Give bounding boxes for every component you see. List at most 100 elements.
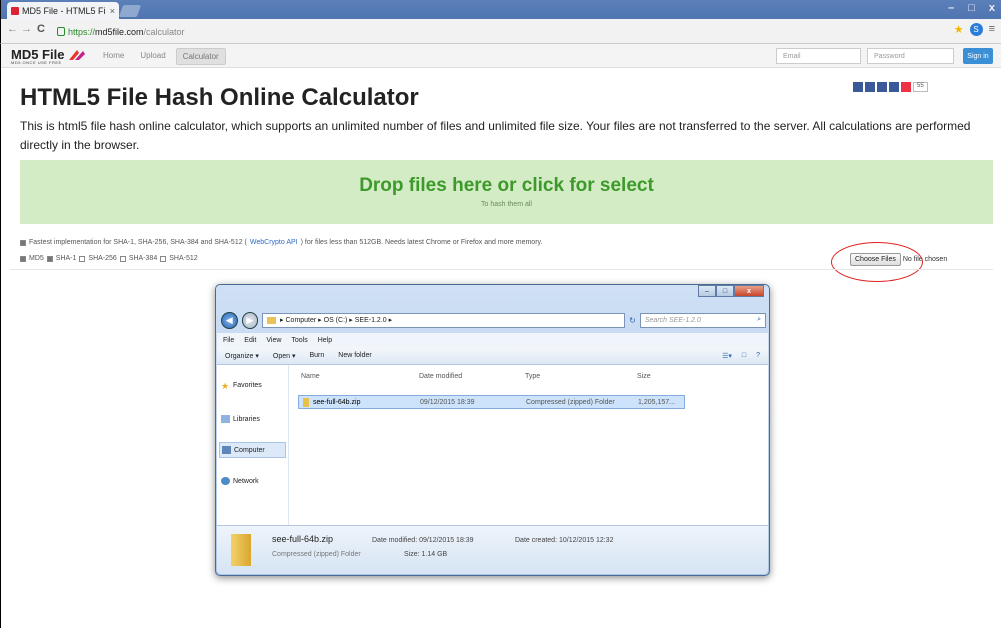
nav-favorites[interactable]: ★ Favorites xyxy=(221,381,262,391)
sha384-label: SHA-384 xyxy=(128,255,158,262)
detail-size: Size: 1.14 GB xyxy=(404,551,448,558)
maximize-button[interactable]: □ xyxy=(968,2,975,14)
dialog-search-input[interactable]: Search SEE-1.2.0 ⌕ xyxy=(639,312,766,328)
sha256-label: SHA-256 xyxy=(88,255,117,262)
page-description: This is html5 file hash online calculato… xyxy=(20,119,971,152)
page-title: HTML5 File Hash Online Calculator xyxy=(20,84,419,111)
menu-icon[interactable]: ≡ xyxy=(989,23,995,36)
organize-button[interactable]: Organize ▾ xyxy=(225,352,259,360)
divider xyxy=(10,269,993,270)
nav-upload[interactable]: Upload xyxy=(134,48,171,65)
file-drop-zone[interactable]: Drop files here or click for select To h… xyxy=(20,160,993,224)
bookmark-share-icon[interactable] xyxy=(889,82,899,92)
new-tab-button[interactable] xyxy=(118,5,142,17)
tab-close-icon[interactable]: × xyxy=(110,6,115,16)
zip-large-icon xyxy=(231,534,251,566)
plus-share-icon[interactable] xyxy=(901,82,911,92)
col-date[interactable]: Date modified xyxy=(419,373,462,380)
md5-label: MD5 xyxy=(29,255,44,262)
dialog-minimize-button[interactable]: – xyxy=(698,285,716,297)
forward-icon[interactable]: ▶ xyxy=(241,311,259,329)
col-type[interactable]: Type xyxy=(525,373,540,380)
menu-view[interactable]: View xyxy=(266,337,281,344)
help-icon[interactable]: ? xyxy=(756,352,760,360)
network-icon xyxy=(221,477,230,485)
sha1-checkbox[interactable] xyxy=(46,255,53,262)
webcrypto-checkbox[interactable] xyxy=(20,239,26,246)
sha512-label: SHA-512 xyxy=(169,255,198,262)
nav-libraries-label: Libraries xyxy=(233,415,260,423)
sha256-checkbox[interactable] xyxy=(79,255,86,262)
back-arrow-icon[interactable]: ← xyxy=(7,23,18,35)
burn-button[interactable]: Burn xyxy=(309,352,324,359)
email-share-icon[interactable] xyxy=(877,82,887,92)
detail-name: see-full-64b.zip xyxy=(272,534,334,544)
dialog-menu-bar: File Edit View Tools Help xyxy=(217,333,768,347)
refresh-icon[interactable]: ↻ xyxy=(629,316,636,325)
dialog-address-row: ◀ ▶ ▸ Computer ▸ OS (C:) ▸ SEE-1.2.0 ▸ ↻… xyxy=(221,310,766,330)
bookmark-star-icon[interactable]: ★ xyxy=(954,23,964,36)
file-open-dialog: – □ x ◀ ▶ ▸ Computer ▸ OS (C:) ▸ SEE-1.2… xyxy=(215,284,770,576)
libraries-icon xyxy=(221,415,230,423)
browser-tab[interactable]: MD5 File - HTML5 Fi × xyxy=(7,2,119,19)
nav-calculator[interactable]: Calculator xyxy=(175,48,226,65)
menu-file[interactable]: File xyxy=(223,337,234,344)
dialog-nav-pane: ★ Favorites Libraries Computer Network xyxy=(217,365,289,525)
drop-subtitle: To hash them all xyxy=(481,201,532,208)
dialog-details-pane: see-full-64b.zip Compressed (zipped) Fol… xyxy=(217,525,768,574)
search-placeholder: Search SEE-1.2.0 xyxy=(644,316,701,324)
forward-arrow-icon[interactable]: → xyxy=(21,23,32,35)
md5-checkbox[interactable] xyxy=(20,255,26,262)
view-options-icon[interactable]: ☰▾ xyxy=(722,352,732,360)
col-size[interactable]: Size xyxy=(637,373,651,380)
url-scheme: https:// xyxy=(68,26,96,37)
dialog-maximize-button[interactable]: □ xyxy=(716,285,734,297)
password-field[interactable]: Password xyxy=(867,48,954,64)
nav-favorites-label: Favorites xyxy=(233,381,262,389)
menu-tools[interactable]: Tools xyxy=(291,337,307,344)
minimize-button[interactable]: – xyxy=(948,2,954,14)
extension-icon[interactable]: S xyxy=(969,23,983,36)
dialog-close-button[interactable]: x xyxy=(734,285,764,297)
sign-in-button[interactable]: Sign in xyxy=(963,48,993,64)
option-text-post: ) for files less than 512GB. Needs lates… xyxy=(300,239,543,246)
url-path: /calculator xyxy=(143,26,185,37)
file-row[interactable]: see-full-64b.zip 09/12/2015 18:39 Compre… xyxy=(298,395,685,409)
file-size: 1,205,157... xyxy=(638,399,675,406)
open-button[interactable]: Open ▾ xyxy=(273,352,296,360)
favicon-icon xyxy=(11,6,19,15)
share-buttons: 55 xyxy=(853,82,928,92)
new-folder-button[interactable]: New folder xyxy=(338,352,371,359)
back-icon[interactable]: ◀ xyxy=(221,311,238,329)
menu-help[interactable]: Help xyxy=(318,337,332,344)
computer-icon xyxy=(222,446,231,454)
view-controls: ☰▾ □ ? xyxy=(722,352,760,360)
nav-computer[interactable]: Computer xyxy=(219,442,286,458)
left-border xyxy=(0,0,1,628)
nav-network-label: Network xyxy=(233,477,259,485)
col-name[interactable]: Name xyxy=(301,373,320,380)
option-text-pre: Fastest implementation for SHA-1, SHA-25… xyxy=(29,239,247,246)
webcrypto-link[interactable]: WebCrypto API xyxy=(250,239,298,246)
nav-libraries[interactable]: Libraries xyxy=(221,415,260,423)
nav-network[interactable]: Network xyxy=(221,477,259,485)
close-window-button[interactable]: x xyxy=(989,2,995,14)
logo-mark-icon xyxy=(69,50,85,60)
star-icon: ★ xyxy=(221,381,230,391)
sha512-checkbox[interactable] xyxy=(160,255,167,262)
logo-tagline: MD5 ONCE USE FREE xyxy=(11,60,62,65)
dialog-address-bar[interactable]: ▸ Computer ▸ OS (C:) ▸ SEE-1.2.0 ▸ xyxy=(262,312,626,328)
site-nav: Home Upload Calculator xyxy=(97,48,226,65)
dialog-command-bar: Organize ▾ Open ▾ Burn New folder ☰▾ □ ? xyxy=(217,347,768,365)
facebook-icon[interactable] xyxy=(853,82,863,92)
webcrypto-option: Fastest implementation for SHA-1, SHA-25… xyxy=(20,239,542,246)
reload-icon[interactable]: C xyxy=(37,23,45,35)
email-field[interactable]: Email xyxy=(776,48,861,64)
twitter-icon[interactable] xyxy=(865,82,875,92)
sha384-checkbox[interactable] xyxy=(119,255,126,262)
site-header: MD5 File MD5 ONCE USE FREE Home Upload C… xyxy=(1,44,1001,68)
menu-edit[interactable]: Edit xyxy=(244,337,256,344)
nav-home[interactable]: Home xyxy=(97,48,130,65)
preview-pane-icon[interactable]: □ xyxy=(742,352,746,360)
address-bar[interactable]: https:// md5file.com /calculator xyxy=(57,23,937,40)
